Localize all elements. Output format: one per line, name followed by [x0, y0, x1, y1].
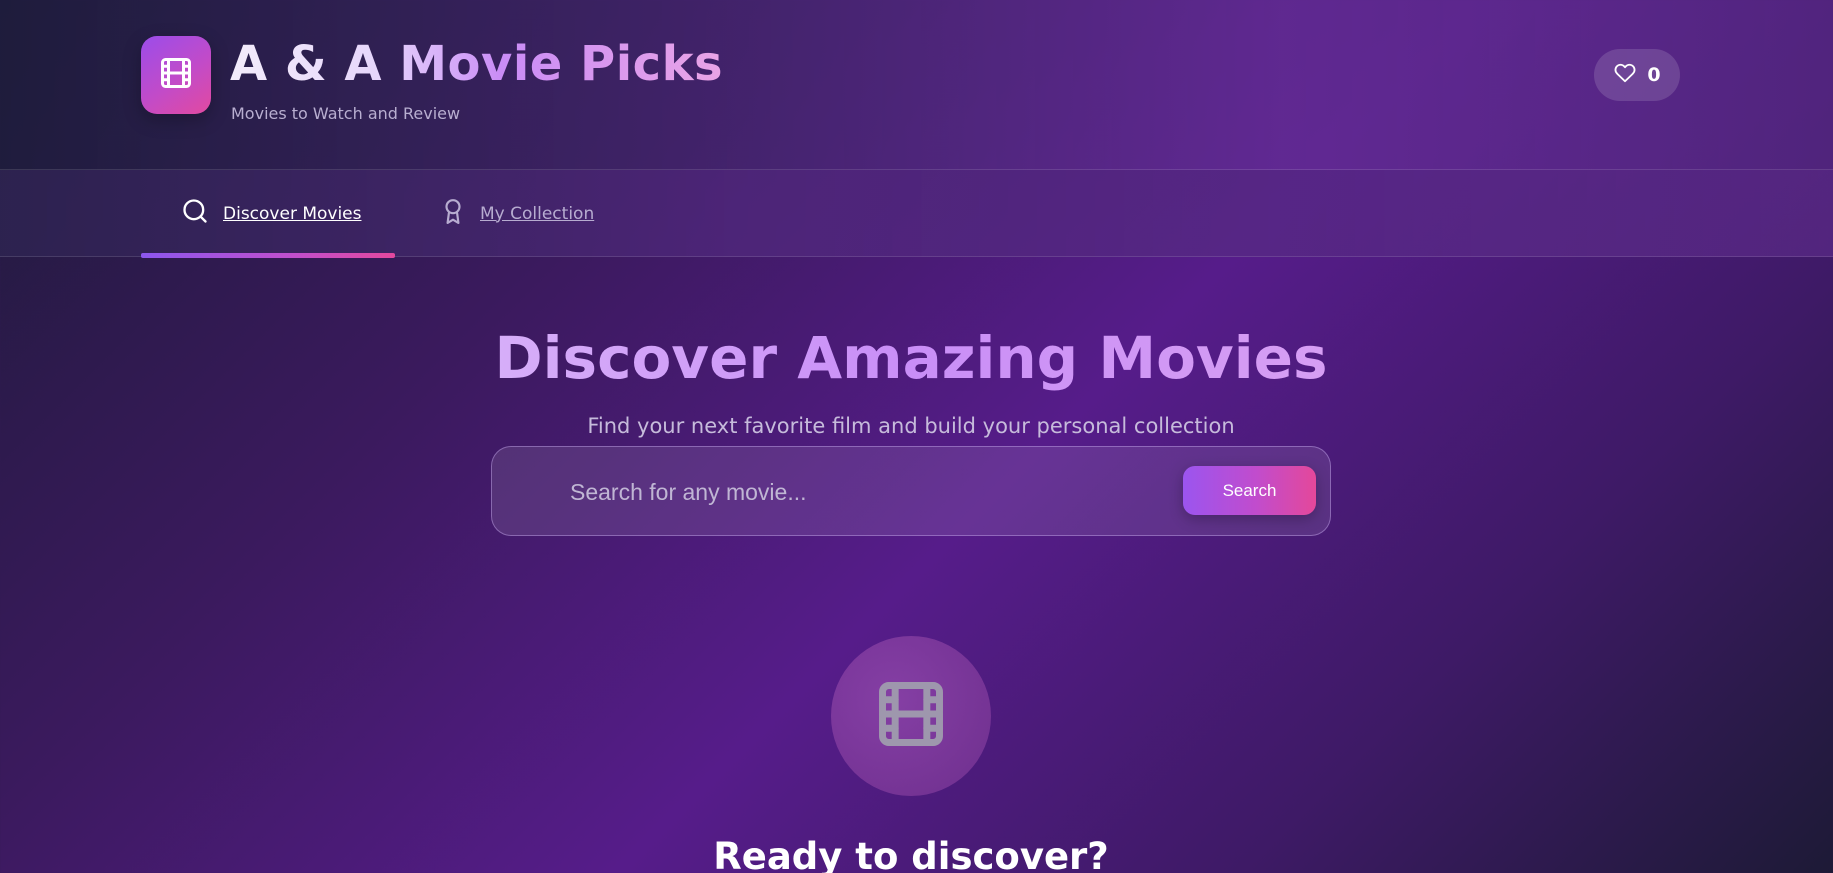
tab-label: My Collection [480, 203, 595, 224]
hero-subtitle: Find your next favorite film and build y… [587, 414, 1235, 438]
film-icon [158, 55, 194, 95]
main-nav: Discover Movies My Collection [0, 170, 1833, 258]
empty-state-title: Ready to discover? [713, 835, 1109, 873]
app-logo [141, 36, 211, 114]
award-icon [440, 196, 466, 231]
search-icon [181, 197, 209, 230]
active-tab-indicator [141, 253, 395, 258]
favorites-button[interactable]: 0 [1594, 49, 1680, 101]
app-title: A & A Movie Picks [230, 32, 723, 96]
app-subtitle: Movies to Watch and Review [231, 104, 461, 123]
film-icon [873, 676, 949, 756]
heart-icon [1613, 62, 1637, 88]
empty-state-illustration [831, 636, 991, 796]
tab-discover-movies[interactable]: Discover Movies [141, 170, 395, 258]
hero-title: Discover Amazing Movies [0, 318, 1822, 398]
search-bar: Search [491, 446, 1331, 536]
tab-label: Discover Movies [223, 203, 362, 224]
favorites-count: 0 [1647, 64, 1661, 86]
search-input[interactable] [570, 469, 1150, 515]
app-header: A & A Movie Picks Movies to Watch and Re… [0, 0, 1833, 170]
search-button[interactable]: Search [1183, 466, 1316, 515]
tab-my-collection[interactable]: My Collection [440, 170, 620, 257]
